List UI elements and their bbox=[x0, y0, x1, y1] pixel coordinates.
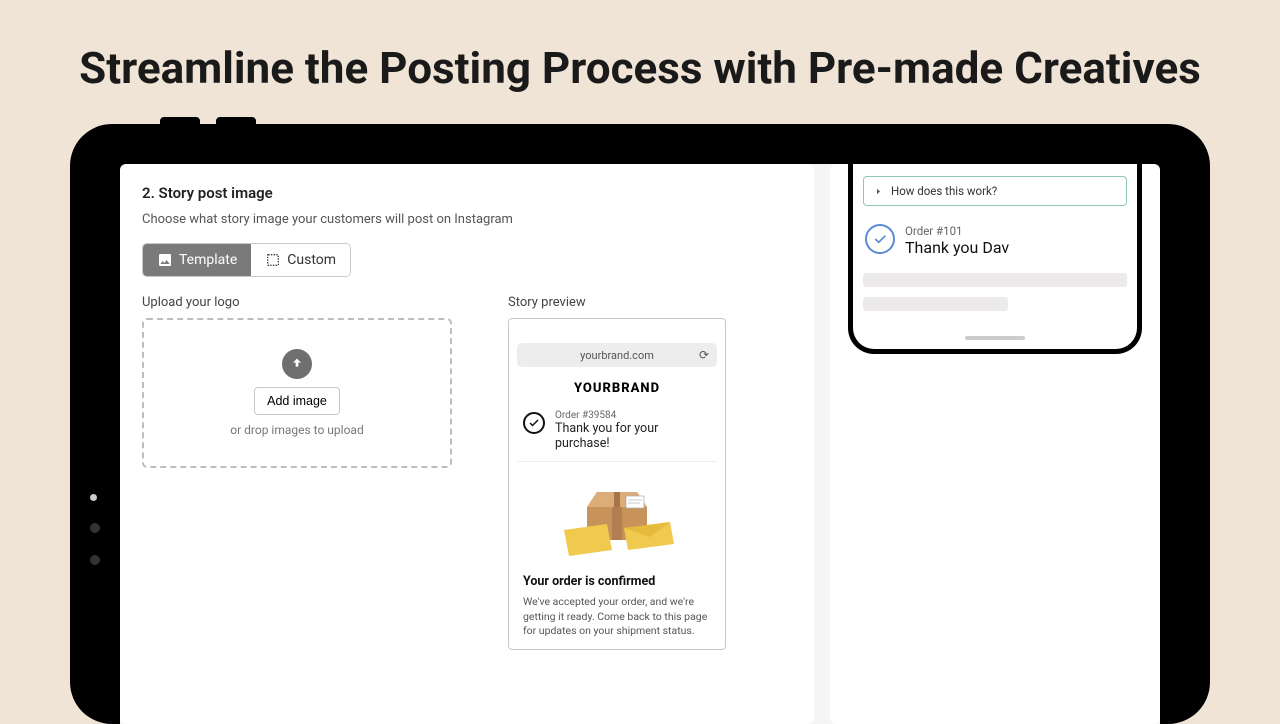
template-custom-segment: Template Custom bbox=[142, 243, 351, 277]
tablet-frame: 2. Story post image Choose what story im… bbox=[70, 124, 1210, 724]
story-preview-card: yourbrand.com ⟳ YOURBRAND Order #39584 T… bbox=[508, 318, 726, 650]
skeleton-line bbox=[863, 273, 1127, 287]
tab-custom-label: Custom bbox=[287, 252, 336, 268]
preview-order-row: Order #39584 Thank you for your purchase… bbox=[517, 410, 717, 462]
tab-template-label: Template bbox=[179, 252, 237, 268]
phone-home-indicator bbox=[965, 336, 1025, 340]
custom-icon bbox=[265, 252, 281, 268]
preview-confirm-body: We've accepted your order, and we're get… bbox=[517, 595, 717, 639]
tablet-camera-bumps bbox=[160, 117, 256, 127]
tab-template[interactable]: Template bbox=[143, 244, 251, 276]
phone-order-number: Order #101 bbox=[905, 224, 1009, 238]
how-does-this-work[interactable]: How does this work? bbox=[863, 176, 1127, 206]
preview-order-thanks: Thank you for your purchase! bbox=[555, 421, 711, 451]
preview-brand: YOURBRAND bbox=[517, 381, 717, 396]
step-description: Choose what story image your customers w… bbox=[142, 212, 792, 227]
preview-url: yourbrand.com bbox=[580, 349, 654, 362]
upload-icon bbox=[282, 349, 312, 379]
how-label: How does this work? bbox=[891, 184, 997, 198]
check-icon bbox=[865, 224, 895, 254]
upload-label: Upload your logo bbox=[142, 295, 452, 310]
dropzone-hint: or drop images to upload bbox=[230, 423, 363, 437]
chevron-right-icon bbox=[874, 187, 883, 196]
story-preview-label: Story preview bbox=[508, 295, 726, 310]
preview-order-number: Order #39584 bbox=[555, 410, 711, 421]
reload-icon: ⟳ bbox=[699, 348, 709, 362]
check-icon bbox=[523, 412, 545, 434]
phone-frame: How does this work? Order #101 Thank you… bbox=[848, 164, 1142, 354]
preview-url-bar: yourbrand.com ⟳ bbox=[517, 343, 717, 367]
tablet-screen: 2. Story post image Choose what story im… bbox=[120, 164, 1160, 724]
phone-preview-card: How does this work? Order #101 Thank you… bbox=[830, 164, 1160, 724]
logo-dropzone[interactable]: Add image or drop images to upload bbox=[142, 318, 452, 468]
tab-custom[interactable]: Custom bbox=[251, 244, 350, 276]
page-headline: Streamline the Posting Process with Pre-… bbox=[0, 0, 1280, 124]
add-image-button[interactable]: Add image bbox=[254, 387, 340, 415]
package-illustration bbox=[517, 472, 717, 562]
image-icon bbox=[157, 252, 173, 268]
skeleton-line bbox=[863, 297, 1008, 311]
phone-order-thanks: Thank you Dav bbox=[905, 238, 1009, 257]
preview-confirm-title: Your order is confirmed bbox=[517, 574, 717, 589]
settings-card: 2. Story post image Choose what story im… bbox=[120, 164, 814, 724]
phone-order-row: Order #101 Thank you Dav bbox=[863, 224, 1127, 257]
step-title: 2. Story post image bbox=[142, 184, 792, 202]
tablet-side-controls bbox=[90, 494, 100, 565]
